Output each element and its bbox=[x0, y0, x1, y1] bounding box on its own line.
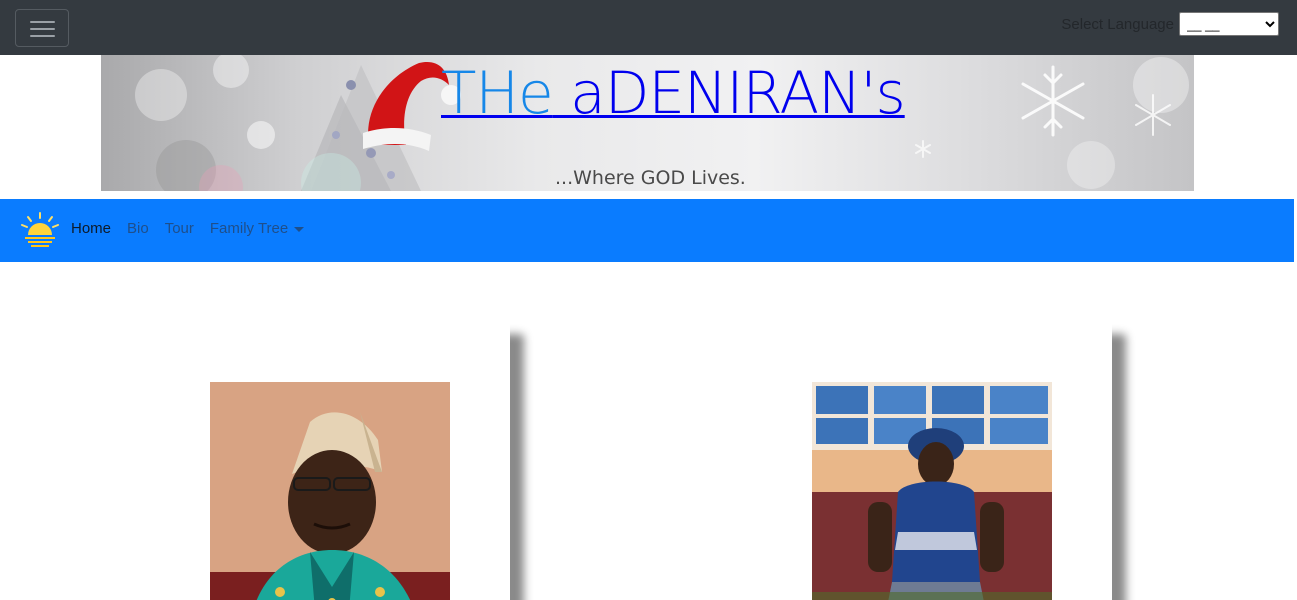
nav-link-family-tree-label: Family Tree bbox=[209, 220, 289, 237]
site-title-link[interactable]: THe aDENIRAN's bbox=[441, 57, 906, 129]
nav-links: Home Bio Tour Family Tree bbox=[71, 220, 320, 237]
snowflake-icon bbox=[1021, 65, 1085, 137]
site-title-rest: aDENIRAN's bbox=[552, 59, 906, 127]
profile-photo-woman bbox=[812, 382, 1052, 600]
site-title-lead: THe bbox=[441, 59, 554, 127]
profile-card-right bbox=[757, 322, 1112, 600]
nav-link-bio[interactable]: Bio bbox=[127, 220, 149, 237]
nav-link-home[interactable]: Home bbox=[71, 220, 111, 237]
caret-down-icon bbox=[294, 226, 305, 232]
site-tagline: ...Where GOD Lives. bbox=[555, 167, 746, 189]
language-label: Select Language bbox=[1061, 15, 1174, 33]
header-banner: THe aDENIRAN's ...Where GOD Lives. bbox=[101, 55, 1194, 191]
menu-toggle-button[interactable] bbox=[15, 9, 69, 47]
sun-logo-icon[interactable] bbox=[20, 211, 60, 249]
nav-link-family-tree[interactable]: Family Tree bbox=[209, 220, 305, 237]
profile-card-left bbox=[155, 322, 510, 600]
language-selector: Select Language __ __ bbox=[1061, 12, 1279, 36]
nav-link-tour[interactable]: Tour bbox=[165, 220, 194, 237]
main-navbar: Home Bio Tour Family Tree bbox=[0, 199, 1294, 262]
profile-photo-man bbox=[210, 382, 450, 600]
top-bar: Select Language __ __ bbox=[0, 0, 1297, 55]
language-select[interactable]: __ __ bbox=[1179, 12, 1279, 36]
